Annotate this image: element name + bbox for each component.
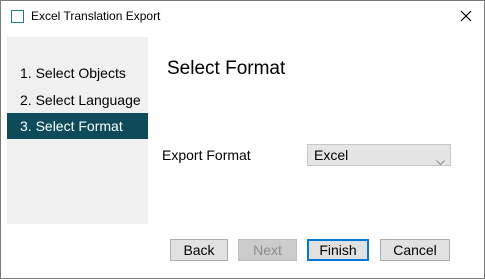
export-format-select[interactable]: Excel [307,144,451,166]
back-button[interactable]: Back [170,239,228,261]
finish-button[interactable]: Finish [307,239,369,261]
page-title: Select Format [167,58,286,79]
close-button[interactable] [448,1,484,31]
window-title: Excel Translation Export [31,9,161,23]
close-icon [460,10,472,22]
next-button[interactable]: Next [238,239,297,261]
step-select-language: 2. Select Language [20,92,141,108]
step-select-format: 3. Select Format [7,113,148,139]
chevron-down-icon [436,151,445,171]
export-format-label: Export Format [162,147,251,163]
title-bar[interactable]: Excel Translation Export [1,1,484,32]
cancel-button[interactable]: Cancel [380,239,450,261]
wizard-steps-sidebar: 1. Select Objects 2. Select Language 3. … [7,37,148,224]
app-window-icon [11,10,24,23]
step-select-objects: 1. Select Objects [20,65,126,81]
dialog-window: Excel Translation Export 1. Select Objec… [0,0,485,279]
export-format-value: Excel [314,147,349,163]
